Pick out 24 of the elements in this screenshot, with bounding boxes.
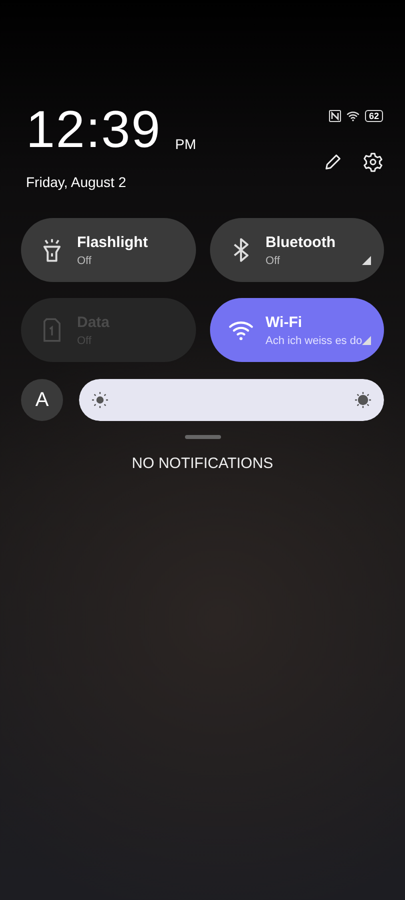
tile-label: Bluetooth [266, 234, 336, 250]
tile-status: Ach ich weiss es do [266, 334, 362, 346]
empty-notifications-label: NO NOTIFICATIONS [130, 455, 274, 472]
auto-brightness-button[interactable]: A [21, 379, 63, 421]
tile-status: Off [266, 254, 281, 266]
clock-time: 12:39 [26, 104, 162, 156]
quick-settings-tile[interactable]: Wi-Fi Ach ich weiss es do [210, 298, 384, 362]
tile-status: Off [77, 254, 92, 266]
tile-label: Flashlight [77, 234, 148, 250]
settings-icon[interactable] [363, 152, 383, 172]
brightness-icon [354, 391, 372, 409]
edit-icon[interactable] [323, 152, 343, 172]
clock-period: PM [175, 136, 196, 152]
quick-settings-tile[interactable]: Bluetooth Off [210, 218, 384, 282]
tile-label: Wi-Fi [266, 314, 304, 330]
expand-corner-icon[interactable] [362, 256, 371, 265]
nfc-icon [328, 110, 341, 122]
drag-handle[interactable] [184, 435, 220, 439]
quick-settings-tile[interactable]: Flashlight Off [21, 218, 196, 282]
brightness-slider[interactable] [79, 379, 384, 421]
battery-indicator: 62 [364, 110, 383, 122]
wifi-icon [346, 110, 360, 122]
brightness-icon [91, 391, 109, 409]
date-label: Friday, August 2 [26, 174, 128, 190]
